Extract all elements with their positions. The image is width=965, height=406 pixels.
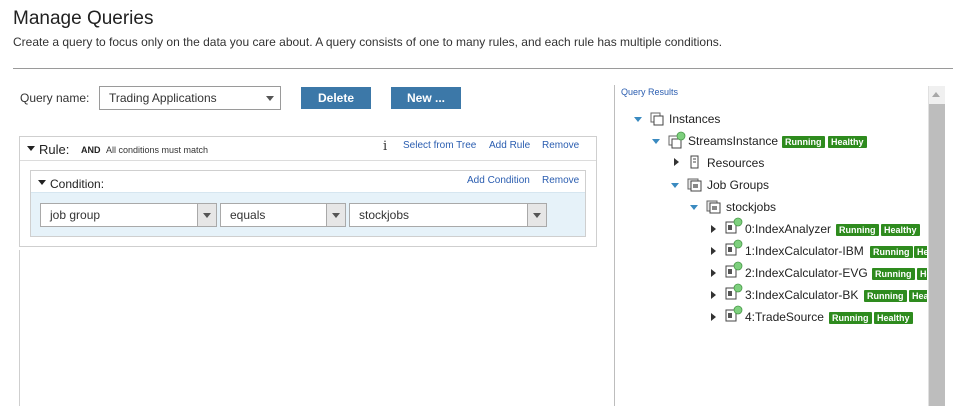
expand-instances-icon[interactable] xyxy=(634,117,642,122)
job-icon xyxy=(725,217,743,234)
tree-item-job[interactable]: 2:IndexCalculator-EVG xyxy=(745,266,868,280)
status-badge-healthy: Healthy xyxy=(881,224,920,236)
results-tree: Instances StreamsInstance Running Health… xyxy=(0,0,927,406)
status-badge-running: Running xyxy=(829,312,872,324)
job-icon xyxy=(725,239,743,256)
expand-job-groups-icon[interactable] xyxy=(671,183,679,188)
expand-job-icon[interactable] xyxy=(711,291,716,299)
job-group-icon xyxy=(706,200,721,214)
expand-resources-icon[interactable] xyxy=(674,158,679,166)
job-icon xyxy=(725,283,743,300)
tree-item-job[interactable]: 4:TradeSource xyxy=(745,310,824,324)
status-badge-healthy: Healthy xyxy=(909,290,927,302)
status-badge-running: Running xyxy=(836,224,879,236)
job-icon xyxy=(725,305,743,322)
tree-item-job-groups[interactable]: Job Groups xyxy=(707,178,769,192)
expand-stockjobs-icon[interactable] xyxy=(690,205,698,210)
job-icon xyxy=(725,261,743,278)
scroll-up-icon[interactable] xyxy=(932,92,940,97)
expand-job-icon[interactable] xyxy=(711,313,716,321)
scrollbar-thumb[interactable] xyxy=(929,104,945,406)
status-badge-running: Running xyxy=(872,268,915,280)
job-groups-icon xyxy=(687,178,702,192)
tree-item-job[interactable]: 3:IndexCalculator-BK xyxy=(745,288,858,302)
tree-item-streams-instance[interactable]: StreamsInstance xyxy=(688,134,778,148)
tree-item-instances[interactable]: Instances xyxy=(669,112,720,126)
expand-job-icon[interactable] xyxy=(711,269,716,277)
status-badge-running: Running xyxy=(864,290,907,302)
tree-item-job[interactable]: 0:IndexAnalyzer xyxy=(745,222,831,236)
instance-icon xyxy=(668,131,686,149)
status-badge-healthy: Healthy xyxy=(914,246,927,258)
tree-item-job[interactable]: 1:IndexCalculator-IBM xyxy=(745,244,864,258)
expand-job-icon[interactable] xyxy=(711,225,716,233)
status-badge-running: Running xyxy=(782,136,825,148)
resources-icon xyxy=(690,155,699,169)
tree-item-resources[interactable]: Resources xyxy=(707,156,764,170)
status-badge-healthy: Healthy xyxy=(874,312,913,324)
status-badge-running: Running xyxy=(870,246,913,258)
tree-item-stockjobs[interactable]: stockjobs xyxy=(726,200,776,214)
expand-job-icon[interactable] xyxy=(711,247,716,255)
status-badge-healthy: Healthy xyxy=(917,268,927,280)
status-badge-healthy: Healthy xyxy=(828,136,867,148)
instances-icon xyxy=(650,112,664,126)
expand-instance-icon[interactable] xyxy=(652,139,660,144)
